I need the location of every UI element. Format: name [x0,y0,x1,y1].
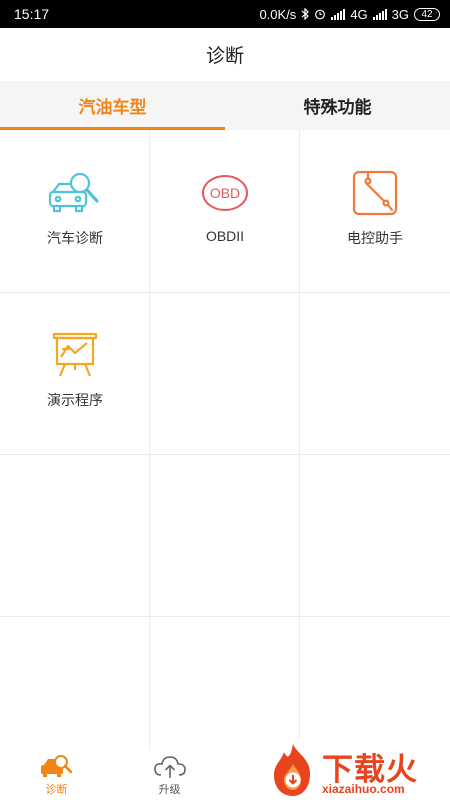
nav-label: 升级 [158,783,181,796]
watermark-url: xiazaihuo.com [322,782,405,796]
diagnosis-car-icon [40,754,72,777]
nav-item-upgrade[interactable]: 升级 [113,750,226,800]
ecu-assistant-icon [352,170,398,216]
tab-gasoline-models[interactable]: 汽油车型 [0,81,225,130]
svg-text:OBD: OBD [210,185,240,201]
grid-item-label: 演示程序 [47,392,103,408]
grid-item-car-diagnosis[interactable]: 汽车诊断 [0,130,150,292]
grid-item-demo-program[interactable]: 演示程序 [0,292,150,454]
grid-item-obdii[interactable]: OBD OBDII [150,130,300,292]
network-speed: 0.0K/s [259,6,297,22]
bluetooth-icon [301,8,310,20]
flame-logo-icon [274,744,310,796]
battery-icon: 42 [414,7,440,21]
signal-icon [331,8,346,20]
tab-bar: 汽油车型 特殊功能 [0,81,450,130]
grid-item-label: OBDII [205,228,245,244]
network-type-2: 3G [391,6,409,22]
alarm-icon [315,9,326,20]
status-icons: 0.0K/s 4G 3G 42 [259,7,440,22]
page-title: 诊断 [0,28,450,81]
obd-icon: OBD [202,175,248,211]
function-grid: 汽车诊断 OBD OBDII 电控助手 演示程序 [0,130,450,750]
grid-item-label: 电控助手 [347,230,403,246]
grid-divider [0,616,450,617]
cloud-upgrade-icon [153,755,186,778]
car-search-icon [48,172,99,213]
nav-item-diagnosis[interactable]: 诊断 [0,750,113,800]
status-time: 15:17 [14,6,50,22]
demo-board-icon [52,332,98,377]
grid-item-label: 汽车诊断 [47,230,103,246]
nav-label: 诊断 [45,783,68,796]
grid-divider [0,454,450,455]
status-bar: 15:17 0.0K/s 4G 3G 42 [0,0,450,28]
watermark: 下载火 xiazaihuo.com [262,740,450,800]
network-type-1: 4G [350,6,368,22]
tab-special-functions[interactable]: 特殊功能 [225,81,450,130]
signal-icon-2 [372,8,387,20]
grid-item-ecu-assistant[interactable]: 电控助手 [300,130,450,292]
